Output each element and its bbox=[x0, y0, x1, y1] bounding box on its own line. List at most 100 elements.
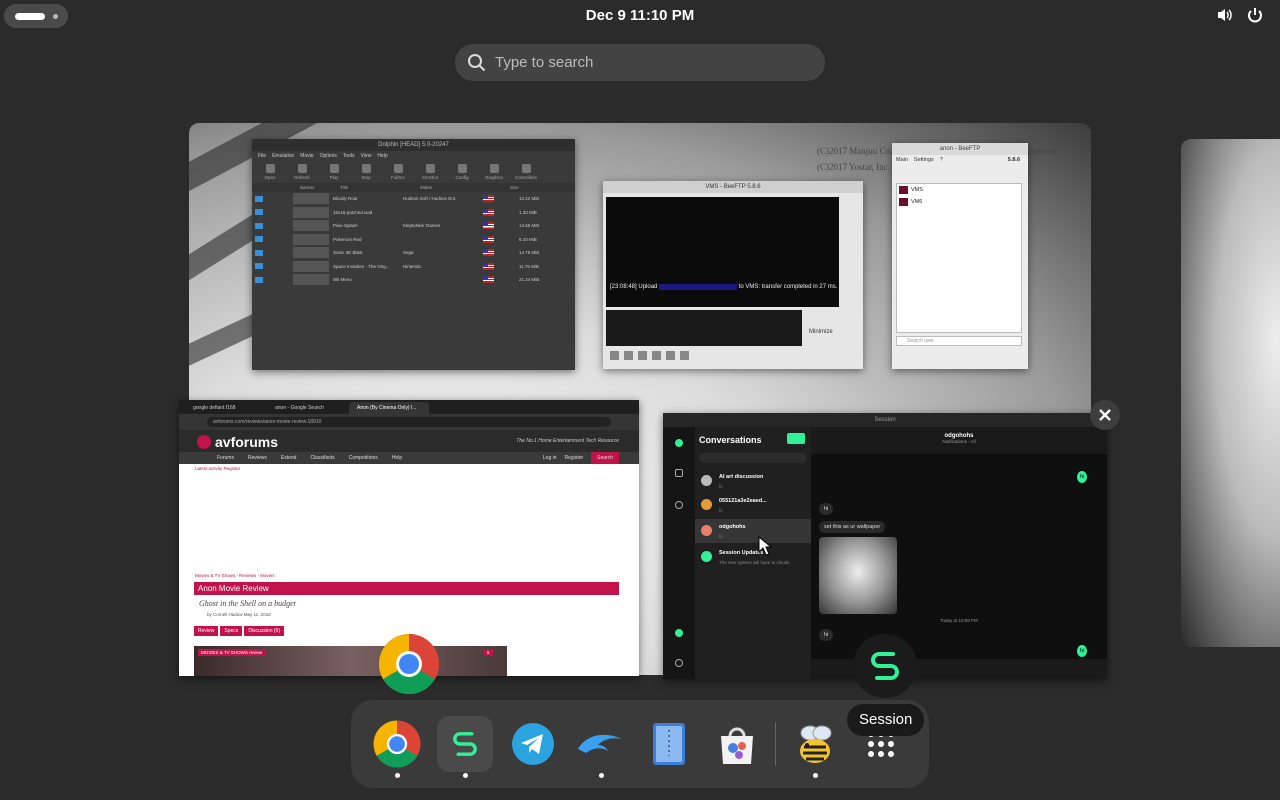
site-nav: Forums Reviews Extend Classifieds Competitio… bbox=[179, 452, 639, 464]
avatar bbox=[701, 475, 712, 486]
vm-icon bbox=[899, 186, 908, 194]
dolphin-icon bbox=[578, 734, 622, 753]
platform-icon bbox=[255, 236, 263, 243]
beeftp-window[interactable]: anon - BeeFTP Main Settings? 5.8.6 VMS VM6… bbox=[892, 143, 1028, 369]
game-title: Pokemon Red bbox=[333, 236, 362, 242]
close-icon bbox=[1099, 409, 1111, 421]
chat-icon bbox=[675, 469, 683, 477]
conversation-list: Conversations AI art discussion hi 055121… bbox=[695, 427, 811, 679]
game-title: Bloody Roar bbox=[333, 196, 358, 202]
browser-tab: anon - Google Search bbox=[275, 405, 324, 411]
chat-header: odgohohs Notifications - All bbox=[811, 427, 1107, 454]
platform-icon bbox=[255, 195, 263, 202]
latest-activity: Latest activity Register bbox=[195, 466, 241, 471]
vms-log: [23:08:48] Upload xxxxxxxxxxxxxxxxxxxxxx… bbox=[610, 283, 840, 291]
region-flag-icon bbox=[483, 262, 494, 270]
comment-count: 6 bbox=[484, 649, 493, 656]
vms-tool-icon bbox=[652, 351, 661, 360]
region-flag-icon bbox=[483, 235, 494, 243]
tool-refresh: Refresh bbox=[290, 161, 314, 183]
region-flag-icon bbox=[483, 222, 494, 230]
dock-app-dolphin[interactable] bbox=[573, 716, 629, 778]
region-flag-icon bbox=[483, 249, 494, 257]
message-incoming: hi bbox=[819, 503, 834, 515]
platform-icon bbox=[255, 222, 263, 229]
site-tagline: The No.1 Home Entertainment Tech Resourc… bbox=[516, 438, 619, 444]
hero-tag: MOVIES & TV SHOWS review bbox=[198, 649, 266, 656]
vms-lower-panel bbox=[606, 310, 802, 346]
system-menu[interactable] bbox=[1216, 6, 1264, 24]
menu-item: Movie bbox=[300, 153, 314, 159]
conversation-preview: The new system will have to clouds bbox=[719, 560, 790, 565]
search-icon bbox=[468, 54, 486, 72]
minimize-button[interactable]: Minimize bbox=[809, 329, 833, 335]
tool-graphics: Graphics bbox=[482, 161, 506, 183]
review-tab: Review bbox=[194, 626, 219, 636]
dock-app-beeftp[interactable] bbox=[787, 716, 843, 778]
login-link: Log in bbox=[542, 455, 557, 461]
dock-app-text-editor[interactable] bbox=[641, 716, 697, 772]
tool-fullscreen: FullScr bbox=[386, 161, 410, 183]
window-title: Session bbox=[663, 413, 1107, 427]
beeftp-menubar: Main Settings? 5.8.6 bbox=[892, 155, 1028, 165]
chrome-window-badge bbox=[377, 632, 441, 696]
column-header: Maker bbox=[420, 185, 433, 190]
game-maker: KleptoNick Games bbox=[403, 223, 441, 229]
game-title: Space Invaders · The Orig... bbox=[333, 263, 390, 269]
dolphin-window[interactable]: Dolphin [HEAD] 5.0-20247 File Emulation Mo… bbox=[252, 139, 575, 370]
vm-item: VM6 bbox=[897, 196, 1021, 208]
menu-item: Settings bbox=[913, 157, 934, 163]
vms-window[interactable]: VMS - BeeFTP 5.8.6 [23:08:48] Upload xxx… bbox=[603, 181, 863, 369]
menu-item: Help bbox=[377, 153, 388, 159]
game-title: Sonic 3D Blast bbox=[333, 250, 363, 256]
dock-app-session[interactable] bbox=[437, 716, 493, 778]
region-flag-icon bbox=[483, 276, 494, 284]
mouse-cursor-icon bbox=[758, 536, 772, 556]
game-row: Pixie Splash KleptoNick Games 14.55 MiB bbox=[252, 219, 575, 233]
session-window-badge bbox=[853, 634, 917, 698]
new-conversation-button bbox=[787, 433, 805, 444]
nav-item: Forums bbox=[217, 455, 234, 461]
next-workspace-thumbnail[interactable] bbox=[1181, 139, 1280, 647]
nav-item: Help bbox=[391, 455, 403, 461]
nav-item: Classifieds bbox=[310, 455, 335, 461]
vm-item: VMS bbox=[897, 184, 1021, 196]
conversation-name: 055121a3e2eaed... bbox=[719, 498, 767, 504]
log-redacted: xxxxxxxxxxxxxxxxxxxxxxxxxx bbox=[659, 284, 738, 290]
running-indicator bbox=[463, 773, 468, 778]
bee-icon bbox=[800, 725, 832, 763]
tool-screenshot: ScrShot bbox=[418, 161, 442, 183]
version-label: 5.8.6 bbox=[1007, 157, 1020, 163]
search-input[interactable] bbox=[495, 44, 815, 81]
dock-separator bbox=[775, 722, 776, 766]
conversations-heading: Conversations bbox=[699, 435, 762, 445]
dock-app-chrome[interactable] bbox=[369, 716, 425, 778]
menu-item: Tools bbox=[342, 153, 355, 159]
status-dot-icon bbox=[675, 629, 683, 637]
game-maker: Sega bbox=[403, 250, 414, 256]
column-header: Size bbox=[510, 185, 519, 190]
tool-open: Open bbox=[258, 161, 282, 183]
nav-item: Competitions bbox=[348, 455, 378, 461]
running-indicator bbox=[813, 773, 818, 778]
game-list-header: Banner Title Maker Size bbox=[252, 183, 575, 192]
avforums-logo: avforums bbox=[197, 434, 278, 450]
search-bar[interactable] bbox=[455, 44, 825, 81]
game-banner bbox=[293, 274, 329, 286]
game-row: Wii Menu 21.24 MiB bbox=[252, 273, 575, 287]
game-size: 14.75 MiB bbox=[519, 250, 540, 256]
platform-icon bbox=[255, 249, 263, 256]
avatar bbox=[701, 525, 712, 536]
running-indicator bbox=[395, 773, 400, 778]
dock-app-software[interactable] bbox=[709, 716, 765, 772]
vms-tool-icon bbox=[624, 351, 633, 360]
close-window-button[interactable] bbox=[1090, 400, 1120, 430]
game-size: 14.55 MiB bbox=[519, 223, 540, 229]
game-banner bbox=[293, 260, 329, 272]
clock[interactable]: Dec 9 11:10 PM bbox=[0, 7, 1280, 24]
theme-icon bbox=[675, 659, 683, 667]
site-header: avforums The No.1 Home Entertainment Tec… bbox=[179, 430, 639, 452]
dock-app-telegram[interactable] bbox=[505, 716, 561, 772]
menu-item: ? bbox=[939, 157, 943, 163]
conversation-search bbox=[699, 453, 807, 463]
